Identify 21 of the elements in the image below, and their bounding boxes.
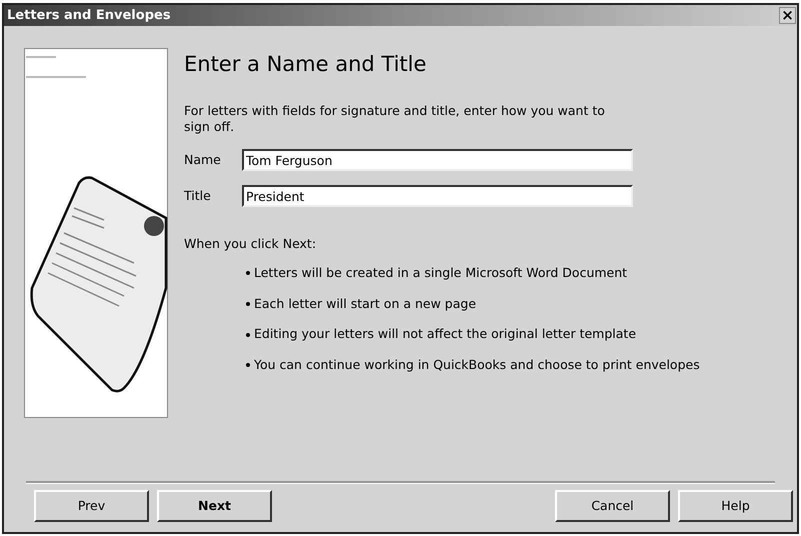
dialog-button[interactable]: Prev (34, 490, 149, 522)
instruction-text: For letters with fields for signature and title, enter how you want to sign off. (184, 103, 606, 135)
field-label: Name (184, 150, 222, 169)
dialog-heading: Enter a Name and Title (184, 54, 428, 75)
bullet-icon (246, 332, 250, 337)
close-button[interactable]: × (779, 7, 796, 24)
input-field[interactable]: President (242, 185, 633, 207)
bullet-icon (246, 302, 250, 306)
notes-heading: When you click Next: (184, 235, 318, 253)
note-text: Editing your letters will not affect the original letter template (254, 325, 636, 344)
note-text: You can continue working in QuickBooks and choose to print envelopes (254, 356, 700, 374)
dialog-button[interactable]: Cancel (555, 490, 670, 522)
note-text: Letters will be created in a single Microsoft Word Document (254, 264, 628, 282)
dialog-button[interactable]: Next (157, 490, 272, 522)
dialog-button[interactable]: Help (678, 490, 793, 522)
bullet-icon (246, 363, 250, 368)
input-field[interactable]: Tom Ferguson (242, 149, 633, 171)
window-title: Letters and Envelopes (6, 6, 171, 25)
field-label: Title (184, 186, 212, 205)
note-text: Each letter will start on a new page (254, 294, 476, 313)
bullet-icon (246, 271, 250, 276)
